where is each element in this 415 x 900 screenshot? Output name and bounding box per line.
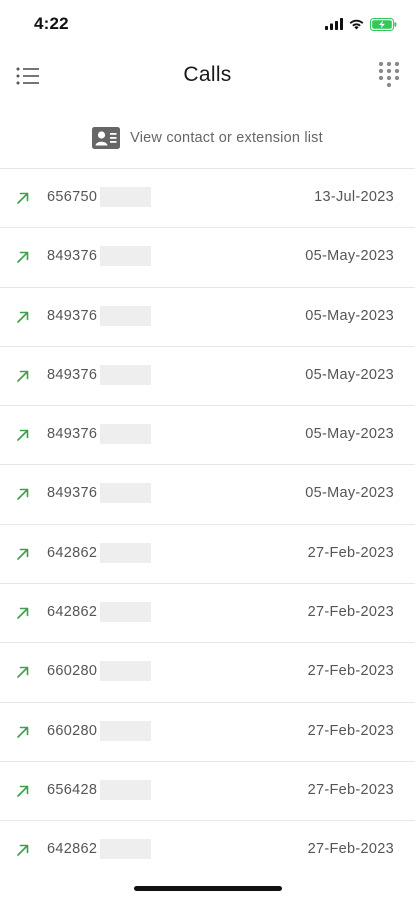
call-row[interactable]: 642862 27-Feb-2023 <box>0 525 415 585</box>
call-row[interactable]: 656750 13-Jul-2023 <box>0 169 415 229</box>
outgoing-call-arrow-icon <box>17 607 29 619</box>
call-number: 660280 <box>47 663 98 680</box>
navigation-bar: Calls <box>0 48 415 104</box>
call-date: 05-May-2023 <box>305 485 394 502</box>
contact-card-icon <box>92 127 121 149</box>
redacted-digits <box>100 779 151 800</box>
outgoing-call-arrow-icon <box>17 548 29 560</box>
call-date: 27-Feb-2023 <box>307 722 394 739</box>
call-row[interactable]: 660280 27-Feb-2023 <box>0 643 415 703</box>
redacted-digits <box>100 839 151 860</box>
call-date: 27-Feb-2023 <box>307 841 394 858</box>
call-date: 27-Feb-2023 <box>307 781 394 798</box>
call-row[interactable]: 660280 27-Feb-2023 <box>0 703 415 762</box>
call-number: 849376 <box>47 307 98 324</box>
call-number: 656428 <box>47 781 98 798</box>
call-row[interactable]: 849376 05-May-2023 <box>0 406 415 466</box>
call-number: 849376 <box>47 426 98 443</box>
call-row[interactable]: 849376 05-May-2023 <box>0 465 415 525</box>
home-indicator <box>134 886 282 891</box>
call-row[interactable]: 849376 05-May-2023 <box>0 347 415 407</box>
call-list: 656750 13-Jul-2023 849376 05-May-2023 84… <box>0 168 415 881</box>
status-icons <box>325 16 397 32</box>
call-date: 27-Feb-2023 <box>307 663 394 680</box>
outgoing-call-arrow-icon <box>17 370 29 382</box>
call-date: 13-Jul-2023 <box>314 189 394 205</box>
call-row[interactable]: 656428 27-Feb-2023 <box>0 762 415 822</box>
redacted-digits <box>100 305 151 326</box>
call-date: 05-May-2023 <box>305 307 394 324</box>
redacted-digits <box>100 483 151 504</box>
call-row[interactable]: 849376 05-May-2023 <box>0 228 415 288</box>
call-number: 642862 <box>47 544 98 561</box>
call-row[interactable]: 849376 05-May-2023 <box>0 288 415 347</box>
call-row[interactable]: 642862 27-Feb-2023 <box>0 821 415 880</box>
redacted-digits <box>100 424 151 445</box>
status-bar: 4:22 <box>0 0 415 48</box>
outgoing-call-arrow-icon <box>17 667 29 679</box>
call-number: 656750 <box>47 189 98 205</box>
redacted-digits <box>100 720 151 741</box>
outgoing-call-arrow-icon <box>17 785 29 797</box>
outgoing-call-arrow-icon <box>17 844 29 857</box>
outgoing-call-arrow-icon <box>17 192 29 204</box>
redacted-digits <box>100 661 151 682</box>
call-date: 05-May-2023 <box>305 248 394 265</box>
redacted-digits <box>100 246 151 267</box>
call-date: 05-May-2023 <box>305 366 394 383</box>
call-date: 27-Feb-2023 <box>307 604 394 621</box>
redacted-digits <box>100 602 151 623</box>
call-number: 849376 <box>47 366 98 383</box>
call-number: 849376 <box>47 248 98 265</box>
call-date: 27-Feb-2023 <box>307 544 394 561</box>
call-number: 642862 <box>47 841 98 858</box>
call-number: 642862 <box>47 604 98 621</box>
battery-charging-icon <box>370 17 397 31</box>
outgoing-call-arrow-icon <box>17 311 29 323</box>
redacted-digits <box>100 364 151 385</box>
dialpad-icon[interactable] <box>375 60 403 90</box>
call-date: 05-May-2023 <box>305 426 394 443</box>
call-number: 849376 <box>47 485 98 502</box>
outgoing-call-arrow-icon <box>17 429 29 441</box>
outgoing-call-arrow-icon <box>17 251 29 264</box>
wifi-icon <box>349 19 364 30</box>
call-row[interactable]: 642862 27-Feb-2023 <box>0 584 415 644</box>
status-time: 4:22 <box>34 14 69 33</box>
redacted-digits <box>100 187 151 207</box>
call-number: 660280 <box>47 722 98 739</box>
view-contact-list-button[interactable]: View contact or extension list <box>0 122 415 154</box>
redacted-digits <box>100 542 151 563</box>
outgoing-call-arrow-icon <box>17 489 29 501</box>
cellular-signal-icon <box>325 18 343 30</box>
page-title: Calls <box>183 63 232 86</box>
contact-link-label: View contact or extension list <box>130 130 323 146</box>
outgoing-call-arrow-icon <box>17 726 29 738</box>
